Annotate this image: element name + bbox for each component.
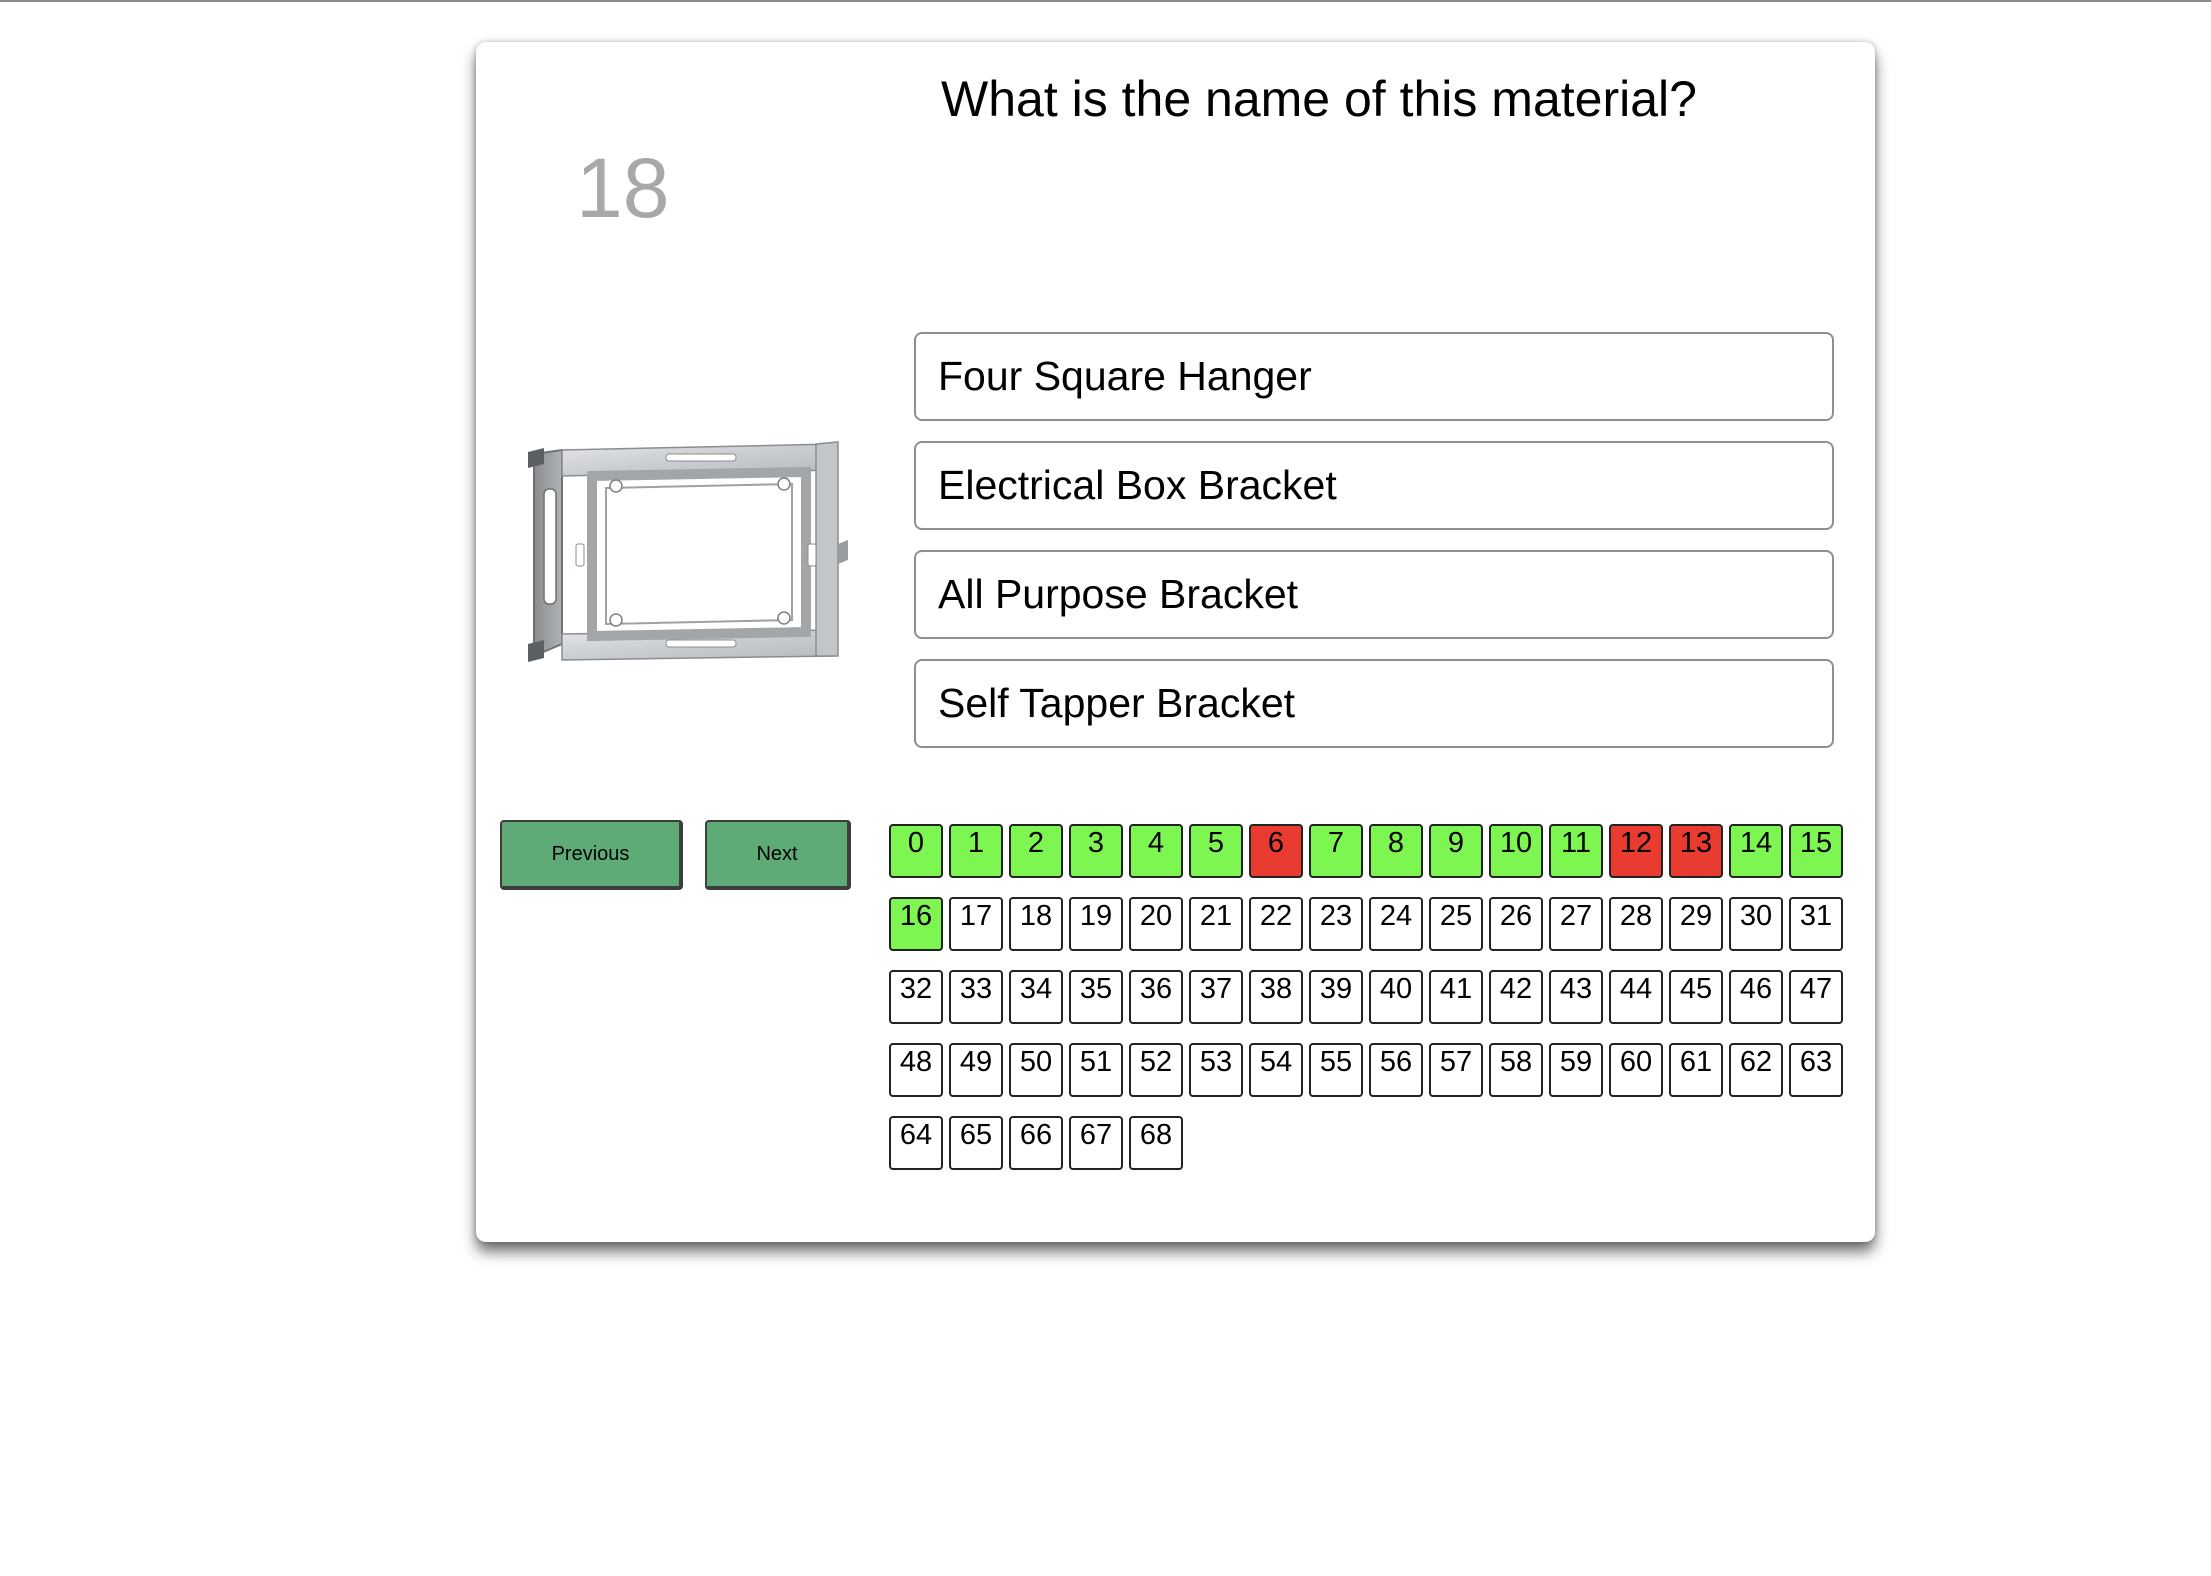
quiz-card: What is the name of this material? 18 Fo… [476,42,1875,1242]
question-number-cell[interactable]: 37 [1189,970,1243,1024]
question-number-cell[interactable]: 24 [1369,897,1423,951]
question-number-cell[interactable]: 0 [889,824,943,878]
question-number-cell[interactable]: 41 [1429,970,1483,1024]
question-number-cell[interactable]: 65 [949,1116,1003,1170]
question-number-cell[interactable]: 22 [1249,897,1303,951]
question-number-cell[interactable]: 3 [1069,824,1123,878]
question-number-cell[interactable]: 48 [889,1043,943,1097]
question-number-cell[interactable]: 30 [1729,897,1783,951]
question-number-cell[interactable]: 35 [1069,970,1123,1024]
question-text: What is the name of this material? [941,71,1697,127]
question-number-cell[interactable]: 42 [1489,970,1543,1024]
question-number-cell[interactable]: 58 [1489,1043,1543,1097]
question-number-cell[interactable]: 60 [1609,1043,1663,1097]
question-number-cell[interactable]: 21 [1189,897,1243,951]
question-number-cell[interactable]: 9 [1429,824,1483,878]
question-number-cell[interactable]: 15 [1789,824,1843,878]
grid-row: 0 1 2 3 4 5 6 7 8 9 10 11 12 13 14 15 [889,824,1849,878]
grid-row: 32 33 34 35 36 37 38 39 40 41 42 43 44 45 46 47 [889,970,1849,1024]
question-counter: 18 [576,141,670,235]
question-number-cell[interactable]: 12 [1609,824,1663,878]
question-number-cell[interactable]: 7 [1309,824,1363,878]
question-number-cell[interactable]: 39 [1309,970,1363,1024]
question-number-cell[interactable]: 31 [1789,897,1843,951]
question-number-cell[interactable]: 5 [1189,824,1243,878]
question-number-cell[interactable]: 6 [1249,824,1303,878]
question-number-cell[interactable]: 8 [1369,824,1423,878]
answer-option[interactable]: Four Square Hanger [914,332,1834,421]
question-number-cell[interactable]: 66 [1009,1116,1063,1170]
question-number-cell[interactable]: 68 [1129,1116,1183,1170]
question-number-cell[interactable]: 38 [1249,970,1303,1024]
question-number-cell[interactable]: 49 [949,1043,1003,1097]
question-number-cell[interactable]: 36 [1129,970,1183,1024]
question-number-cell[interactable]: 45 [1669,970,1723,1024]
question-number-cell[interactable]: 25 [1429,897,1483,951]
question-number-cell[interactable]: 55 [1309,1043,1363,1097]
question-number-cell[interactable]: 61 [1669,1043,1723,1097]
question-number-cell[interactable]: 29 [1669,897,1723,951]
question-navigator-grid: 0 1 2 3 4 5 6 7 8 9 10 11 12 13 14 15 16 17 18 19 20 21 22 23 24… [889,824,1849,1189]
question-number-cell[interactable]: 2 [1009,824,1063,878]
question-number-cell[interactable]: 33 [949,970,1003,1024]
question-number-cell[interactable]: 52 [1129,1043,1183,1097]
question-number-cell[interactable]: 20 [1129,897,1183,951]
answer-option[interactable]: All Purpose Bracket [914,550,1834,639]
question-number-cell[interactable]: 18 [1009,897,1063,951]
question-number-cell[interactable]: 43 [1549,970,1603,1024]
question-number-cell[interactable]: 56 [1369,1043,1423,1097]
next-button[interactable]: Next [705,820,851,890]
material-image [516,394,856,704]
question-number-cell[interactable]: 62 [1729,1043,1783,1097]
question-number-cell[interactable]: 19 [1069,897,1123,951]
question-number-cell[interactable]: 26 [1489,897,1543,951]
question-number-cell[interactable]: 46 [1729,970,1783,1024]
answer-list: Four Square Hanger Electrical Box Bracke… [914,332,1834,768]
question-number-cell[interactable]: 54 [1249,1043,1303,1097]
question-number-cell[interactable]: 44 [1609,970,1663,1024]
question-number-cell[interactable]: 16 [889,897,943,951]
question-number-cell[interactable]: 57 [1429,1043,1483,1097]
question-number-cell[interactable]: 50 [1009,1043,1063,1097]
question-number-cell[interactable]: 13 [1669,824,1723,878]
question-number-cell[interactable]: 17 [949,897,1003,951]
window-top-border [0,0,2211,2]
grid-row: 48 49 50 51 52 53 54 55 56 57 58 59 60 61 62 63 [889,1043,1849,1097]
question-number-cell[interactable]: 51 [1069,1043,1123,1097]
question-number-cell[interactable]: 63 [1789,1043,1843,1097]
question-number-cell[interactable]: 10 [1489,824,1543,878]
question-number-cell[interactable]: 4 [1129,824,1183,878]
question-number-cell[interactable]: 27 [1549,897,1603,951]
question-number-cell[interactable]: 64 [889,1116,943,1170]
question-number-cell[interactable]: 1 [949,824,1003,878]
question-number-cell[interactable]: 47 [1789,970,1843,1024]
question-number-cell[interactable]: 34 [1009,970,1063,1024]
bracket-image [528,441,848,662]
question-number-cell[interactable]: 11 [1549,824,1603,878]
answer-option[interactable]: Self Tapper Bracket [914,659,1834,748]
question-number-cell[interactable]: 67 [1069,1116,1123,1170]
question-number-cell[interactable]: 32 [889,970,943,1024]
answer-option[interactable]: Electrical Box Bracket [914,441,1834,530]
question-number-cell[interactable]: 23 [1309,897,1363,951]
question-number-cell[interactable]: 53 [1189,1043,1243,1097]
question-number-cell[interactable]: 14 [1729,824,1783,878]
grid-row: 16 17 18 19 20 21 22 23 24 25 26 27 28 29 30 31 [889,897,1849,951]
previous-button[interactable]: Previous [500,820,683,890]
grid-row: 64 65 66 67 68 [889,1116,1849,1170]
question-number-cell[interactable]: 40 [1369,970,1423,1024]
question-number-cell[interactable]: 28 [1609,897,1663,951]
question-number-cell[interactable]: 59 [1549,1043,1603,1097]
